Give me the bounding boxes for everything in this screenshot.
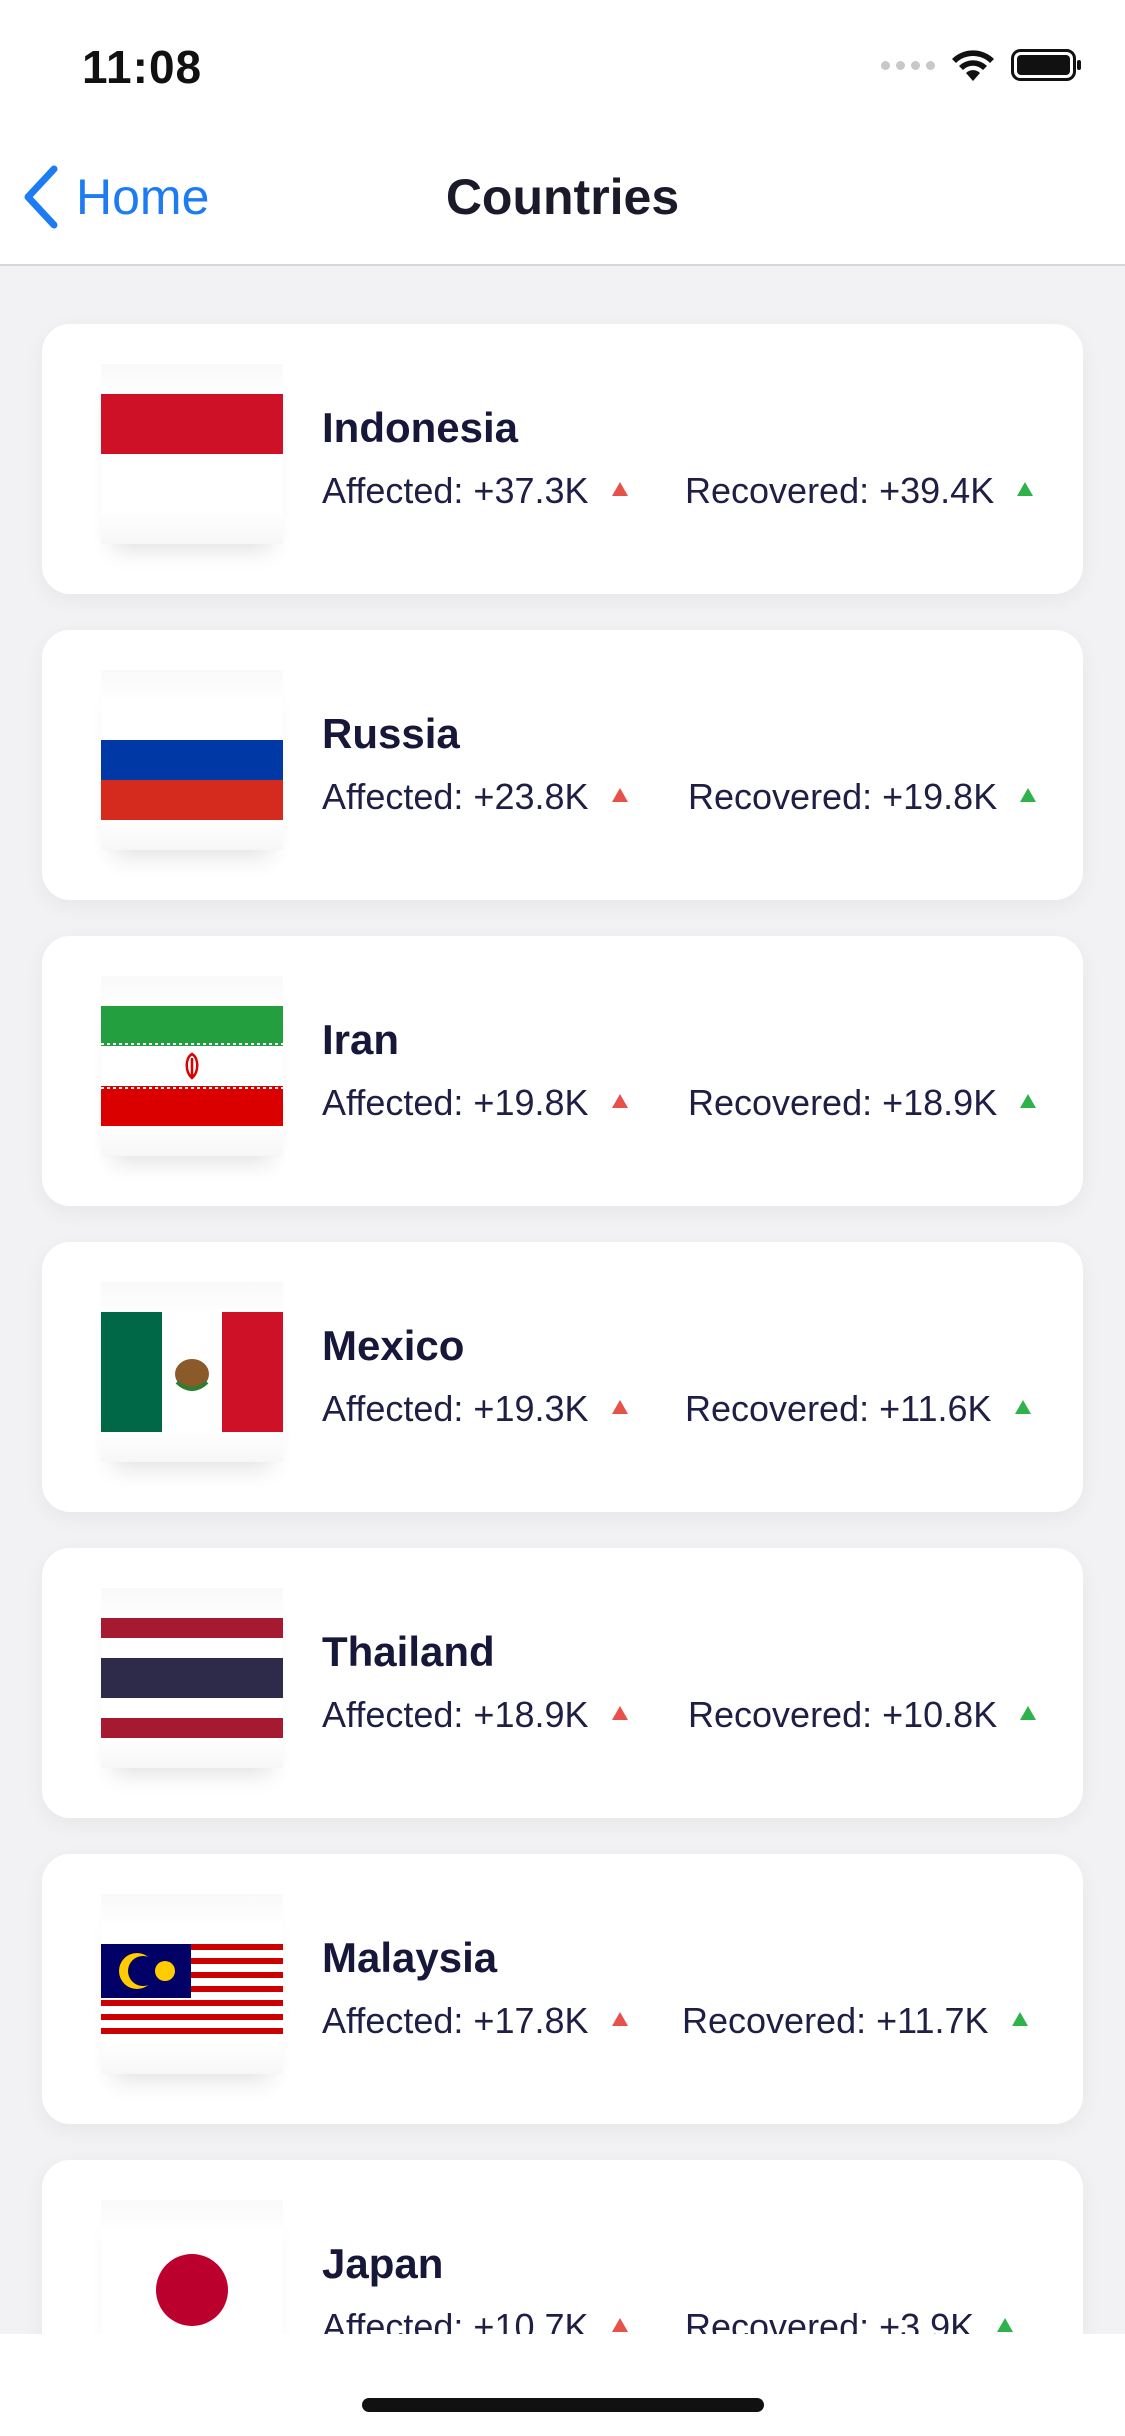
recovered-stat: Recovered: +19.8K	[688, 776, 1037, 818]
recovered-stat: Recovered: +10.8K	[688, 1694, 1037, 1736]
affected-up-arrow-icon	[611, 2318, 628, 2332]
affected-stat: Affected: +23.8K	[322, 776, 629, 818]
flag-container	[101, 1282, 283, 1462]
affected-stat: Affected: +37.3K	[322, 470, 629, 512]
flag-container	[101, 976, 283, 1156]
recovered-up-arrow-icon	[1020, 1706, 1037, 1720]
navigation-bar: Home Countries	[0, 132, 1125, 266]
country-name: Mexico	[322, 1322, 465, 1369]
home-indicator[interactable]	[362, 2398, 764, 2412]
mexico-flag-icon	[101, 1312, 283, 1432]
country-card-russia[interactable]: Russia Affected: +23.8K Recovered: +19.8…	[42, 630, 1083, 900]
country-name: Japan	[322, 2240, 444, 2287]
affected-stat: Affected: +19.3K	[322, 1388, 629, 1430]
recovered-label: Recovered: +18.9K	[688, 1082, 998, 1123]
recovered-stat: Recovered: +11.7K	[682, 2000, 1029, 2042]
affected-label: Affected: +37.3K	[322, 470, 589, 511]
recovered-up-arrow-icon	[997, 2318, 1014, 2332]
country-card-mexico[interactable]: Mexico Affected: +19.3K Recovered: +11.6…	[42, 1242, 1083, 1512]
wifi-icon	[952, 50, 994, 81]
country-card-malaysia[interactable]: Malaysia Affected: +17.8K Recovered: +11…	[42, 1854, 1083, 2124]
flag-container	[101, 1588, 283, 1768]
thailand-flag-icon	[101, 1618, 283, 1738]
affected-up-arrow-icon	[611, 1400, 628, 1414]
status-icons	[881, 48, 1083, 82]
russia-flag-icon	[101, 700, 283, 820]
affected-label: Affected: +19.3K	[322, 1388, 589, 1429]
affected-label: Affected: +23.8K	[322, 776, 589, 817]
affected-stat: Affected: +17.8K	[322, 2000, 629, 2042]
country-name: Indonesia	[322, 404, 519, 451]
affected-up-arrow-icon	[611, 1706, 628, 1720]
affected-stat: Affected: +18.9K	[322, 1694, 629, 1736]
flag-container	[101, 1894, 283, 2074]
flag-container	[101, 670, 283, 850]
page-title: Countries	[445, 169, 680, 225]
affected-up-arrow-icon	[611, 1094, 628, 1108]
indonesia-flag-icon	[101, 394, 283, 514]
country-name: Russia	[322, 710, 460, 757]
country-card-indonesia[interactable]: Indonesia Affected: +37.3K Recovered: +3…	[42, 324, 1083, 594]
country-card-thailand[interactable]: Thailand Affected: +18.9K Recovered: +10…	[42, 1548, 1083, 1818]
affected-up-arrow-icon	[611, 2012, 628, 2026]
status-time: 11:08	[82, 41, 203, 93]
affected-label: Affected: +18.9K	[322, 1694, 589, 1735]
recovered-stat: Recovered: +11.6K	[685, 1388, 1032, 1430]
japan-flag-icon	[101, 2230, 283, 2350]
flag-container	[101, 364, 283, 544]
bottom-safe-area	[0, 2334, 1125, 2436]
recovered-label: Recovered: +11.6K	[685, 1388, 992, 1429]
malaysia-flag-icon	[101, 1924, 283, 2044]
affected-label: Affected: +19.8K	[322, 1082, 589, 1123]
recovered-label: Recovered: +39.4K	[685, 470, 995, 511]
recovered-up-arrow-icon	[1020, 788, 1037, 802]
status-bar: 11:08	[0, 0, 1125, 132]
recovered-up-arrow-icon	[1011, 2012, 1028, 2026]
recovered-label: Recovered: +11.7K	[682, 2000, 989, 2041]
recovered-up-arrow-icon	[1017, 482, 1034, 496]
battery-icon	[1011, 49, 1081, 81]
recovered-label: Recovered: +10.8K	[688, 1694, 998, 1735]
country-name: Malaysia	[322, 1934, 498, 1981]
affected-up-arrow-icon	[611, 482, 628, 496]
recovered-up-arrow-icon	[1014, 1400, 1031, 1414]
country-name: Iran	[322, 1016, 400, 1063]
country-card-iran[interactable]: Iran Affected: +19.8K Recovered: +18.9K	[42, 936, 1083, 1206]
country-name: Thailand	[322, 1628, 495, 1675]
iran-flag-icon	[101, 1006, 283, 1126]
recovered-stat: Recovered: +39.4K	[685, 470, 1034, 512]
affected-label: Affected: +17.8K	[322, 2000, 589, 2041]
recovered-label: Recovered: +19.8K	[688, 776, 998, 817]
affected-up-arrow-icon	[611, 788, 628, 802]
recovered-stat: Recovered: +18.9K	[688, 1082, 1037, 1124]
cellular-signal-icon	[881, 60, 935, 70]
affected-stat: Affected: +19.8K	[322, 1082, 629, 1124]
recovered-up-arrow-icon	[1020, 1094, 1037, 1108]
